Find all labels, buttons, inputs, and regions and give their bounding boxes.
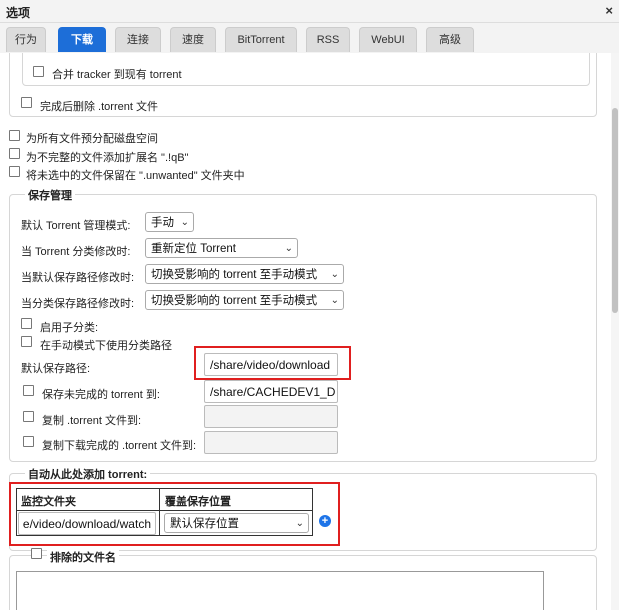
append-qb-checkbox[interactable] — [9, 148, 20, 159]
category-changed-value: 重新定位 Torrent — [151, 243, 236, 255]
unwanted-folder-label: 将未选中的文件保留在 ".unwanted" 文件夹中 — [26, 170, 245, 182]
chevron-down-icon: ⌄ — [180, 217, 189, 228]
subcategories-checkbox[interactable] — [21, 318, 32, 329]
save-management-legend: 保存管理 — [25, 187, 75, 203]
preallocate-label: 为所有文件预分配磁盘空间 — [26, 133, 158, 145]
scrollbar-thumb[interactable] — [612, 108, 618, 313]
merge-trackers-checkbox[interactable] — [33, 66, 44, 77]
tab-speed[interactable]: 速度 — [170, 27, 216, 52]
dialog-titlebar: 选项 × — [0, 0, 619, 23]
default-save-path-label: 默认保存路径: — [21, 363, 91, 375]
unwanted-folder-checkbox[interactable] — [9, 166, 20, 177]
category-path-changed-value: 切换受影响的 torrent 至手动模式 — [151, 295, 318, 307]
category-paths-checkbox[interactable] — [21, 336, 32, 347]
tab-behavior[interactable]: 行为 — [6, 27, 46, 52]
default-path-changed-label: 当默认保存路径修改时: — [21, 272, 135, 284]
copy-torrent-input[interactable] — [204, 405, 338, 428]
highlight-default-save-path — [194, 346, 351, 380]
tab-bittorrent[interactable]: BitTorrent — [225, 27, 297, 52]
append-qb-label: 为不完整的文件添加扩展名 ".!qB" — [26, 152, 189, 164]
keep-incomplete-label: 保存未完成的 torrent 到: — [42, 389, 160, 401]
keep-incomplete-checkbox[interactable] — [23, 385, 34, 396]
default-mode-select[interactable]: 手动 ⌄ — [145, 212, 194, 232]
dialog-title: 选项 — [6, 6, 31, 20]
highlight-watch-table — [9, 482, 340, 546]
default-path-changed-value: 切换受影响的 torrent 至手动模式 — [151, 269, 318, 281]
excluded-legend: 排除的文件名 — [47, 549, 119, 565]
excluded-textarea[interactable] — [16, 571, 544, 610]
tab-webui[interactable]: WebUI — [359, 27, 417, 52]
tab-bar: 行为 下载 连接 速度 BitTorrent RSS WebUI 高级 — [0, 23, 619, 53]
close-icon[interactable]: × — [605, 3, 613, 18]
merge-trackers-label: 合并 tracker 到现有 torrent — [52, 69, 182, 81]
category-changed-label: 当 Torrent 分类修改时: — [21, 246, 131, 258]
copy-torrent-checkbox[interactable] — [23, 411, 34, 422]
keep-incomplete-input[interactable]: /share/CACHEDEV1_D — [204, 380, 338, 403]
excluded-checkbox[interactable] — [31, 548, 42, 559]
copy-finished-checkbox[interactable] — [23, 436, 34, 447]
delete-torrent-checkbox[interactable] — [21, 97, 32, 108]
add-folder-icon[interactable]: + — [319, 515, 331, 527]
tab-downloads[interactable]: 下载 — [58, 27, 106, 52]
chevron-down-icon: ⌄ — [330, 295, 339, 306]
delete-torrent-label: 完成后删除 .torrent 文件 — [40, 101, 158, 113]
copy-finished-input[interactable] — [204, 431, 338, 454]
subcategories-label: 启用子分类: — [40, 322, 99, 334]
tab-rss[interactable]: RSS — [306, 27, 350, 52]
category-paths-label: 在手动模式下使用分类路径 — [40, 340, 172, 352]
category-path-changed-label: 当分类保存路径修改时: — [21, 298, 135, 310]
default-path-changed-select[interactable]: 切换受影响的 torrent 至手动模式 ⌄ — [145, 264, 344, 284]
default-mode-value: 手动 — [151, 217, 174, 229]
auto-add-legend: 自动从此处添加 torrent: — [25, 466, 151, 482]
category-path-changed-select[interactable]: 切换受影响的 torrent 至手动模式 ⌄ — [145, 290, 344, 310]
chevron-down-icon: ⌄ — [330, 269, 339, 280]
chevron-down-icon: ⌄ — [284, 243, 293, 254]
category-changed-select[interactable]: 重新定位 Torrent ⌄ — [145, 238, 298, 258]
copy-torrent-label: 复制 .torrent 文件到: — [42, 415, 142, 427]
tab-advanced[interactable]: 高级 — [426, 27, 474, 52]
preallocate-checkbox[interactable] — [9, 130, 20, 141]
options-content: 合并 tracker 到现有 torrent 完成后删除 .torrent 文件… — [0, 53, 611, 610]
tab-connection[interactable]: 连接 — [115, 27, 161, 52]
default-mode-label: 默认 Torrent 管理模式: — [21, 220, 131, 232]
copy-finished-label: 复制下载完成的 .torrent 文件到: — [42, 440, 197, 452]
